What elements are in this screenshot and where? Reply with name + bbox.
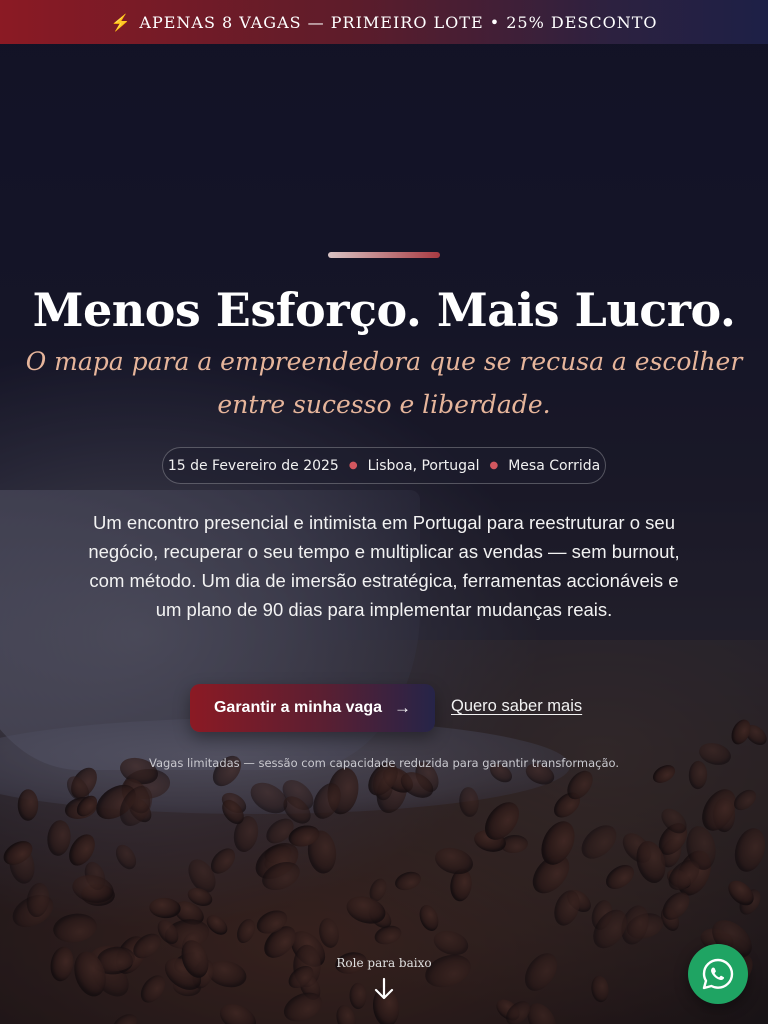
- event-date: 15 de Fevereiro de 2025: [167, 457, 339, 474]
- arrow-down-icon[interactable]: [372, 976, 396, 1002]
- separator-dot: ●: [489, 460, 499, 471]
- learn-more-link[interactable]: Quero saber mais: [451, 697, 582, 716]
- reserve-spot-button[interactable]: Garantir a minha vaga →: [190, 684, 435, 732]
- event-details-pill: 15 de Fevereiro de 2025 ● Lisboa, Portug…: [162, 447, 606, 484]
- event-location: Lisboa, Portugal: [367, 457, 480, 474]
- hero-description: Um encontro presencial e intimista em Po…: [88, 512, 680, 620]
- reserve-spot-label: Garantir a minha vaga: [213, 699, 383, 716]
- limited-spots-note: Vagas limitadas — sessão com capacidade …: [148, 756, 620, 770]
- accent-divider: [328, 252, 440, 258]
- arrow-right-icon: →: [394, 698, 412, 717]
- scroll-down-label: Role para baixo: [336, 956, 432, 970]
- promo-banner: ⚡ APENAS 8 VAGAS — PRIMEIRO LOTE • 25% D…: [0, 0, 768, 44]
- whatsapp-button[interactable]: [688, 944, 748, 1004]
- separator-dot: ●: [348, 460, 358, 471]
- hero-subtitle: O mapa para a empreendedora que se recus…: [25, 347, 743, 419]
- hero-title: Menos Esforço. Mais Lucro.: [32, 283, 736, 337]
- lightning-icon: ⚡: [110, 12, 132, 32]
- whatsapp-icon: [702, 958, 734, 990]
- promo-banner-text: APENAS 8 VAGAS — PRIMEIRO LOTE • 25% DES…: [139, 12, 658, 32]
- event-format: Mesa Corrida: [508, 457, 601, 474]
- hero-section: Menos Esforço. Mais Lucro. O mapa para a…: [0, 0, 768, 1024]
